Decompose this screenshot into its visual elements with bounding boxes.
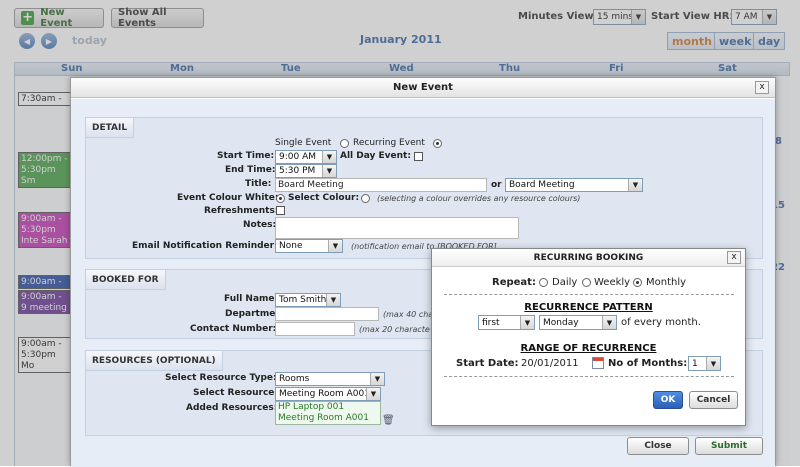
colour-hint: (selecting a colour overrides any resour… <box>377 194 581 203</box>
title-select-value: Board Meeting <box>509 180 575 190</box>
ok-button[interactable]: OK <box>653 391 683 409</box>
detail-header: DETAIL <box>86 118 135 138</box>
department-hint: (max 40 cha <box>383 310 434 319</box>
divider <box>444 376 734 377</box>
submit-button[interactable]: Submit <box>695 437 763 455</box>
weekly-label: Weekly <box>594 277 631 288</box>
chevron-down-icon: ▼ <box>602 316 616 329</box>
start-time-value: 9:00 AM <box>279 152 316 162</box>
email-reminder-value: None <box>279 241 303 251</box>
department-input[interactable] <box>275 307 379 321</box>
title-label: Title: <box>245 179 272 189</box>
daily-radio[interactable] <box>539 278 548 287</box>
event-colour-label: Event Colour White: <box>177 193 279 203</box>
chevron-down-icon: ▼ <box>366 388 380 400</box>
end-time-select[interactable]: 5:30 PM ▼ <box>275 164 337 178</box>
contact-hint: (max 20 characte <box>359 325 430 334</box>
or-label: or <box>491 180 502 190</box>
months-value: 1 <box>692 358 698 369</box>
trash-icon[interactable]: 🗑 <box>382 415 395 426</box>
recurring-event-label: Recurring Event <box>353 138 425 148</box>
weekday-value: Monday <box>543 317 579 328</box>
refreshments-label: Refreshments: <box>204 206 279 216</box>
end-time-label: End Time: <box>225 165 276 175</box>
start-time-label: Start Time: <box>217 151 275 161</box>
chevron-down-icon: ▼ <box>370 373 384 385</box>
email-reminder-label: Email Notification Reminder: <box>132 241 278 251</box>
select-colour-radio[interactable] <box>361 194 370 203</box>
close-icon[interactable]: x <box>755 81 769 94</box>
full-name-value: Tom Smith <box>279 295 327 305</box>
recurring-event-radio[interactable] <box>433 139 442 148</box>
months-select[interactable]: 1 ▼ <box>688 356 721 371</box>
start-date-label: Start Date: <box>456 358 519 369</box>
monthly-radio[interactable] <box>633 278 642 287</box>
full-name-select[interactable]: Tom Smith ▼ <box>275 293 341 307</box>
resource-value: Meeting Room A001 <box>279 389 370 399</box>
all-day-label: All Day Event: <box>340 151 411 161</box>
chevron-down-icon: ▼ <box>520 316 534 329</box>
contact-number-label: Contact Number: <box>190 324 277 334</box>
notes-label: Notes: <box>243 220 277 230</box>
start-time-select[interactable]: 9:00 AM ▼ <box>275 150 337 164</box>
resource-type-value: Rooms <box>279 374 310 384</box>
repeat-label: Repeat: <box>492 277 536 288</box>
ordinal-value: first <box>482 317 500 328</box>
resource-select[interactable]: Meeting Room A001 ▼ <box>275 387 381 401</box>
monthly-label: Monthly <box>646 277 687 288</box>
single-event-label: Single Event <box>275 138 332 148</box>
recurring-booking-dialog: RECURRING BOOKING x Repeat: Daily Weekly… <box>431 248 746 426</box>
close-icon[interactable]: x <box>727 251 741 264</box>
modal-title: New Event <box>71 78 775 98</box>
chevron-down-icon: ▼ <box>328 240 342 252</box>
ordinal-select[interactable]: first ▼ <box>478 315 535 330</box>
added-resources-list[interactable]: HP Laptop 001 Meeting Room A001 <box>275 401 381 425</box>
added-resources-label: Added Resources: <box>186 403 278 413</box>
pattern-suffix: of every month. <box>621 317 701 328</box>
list-item[interactable]: Meeting Room A001 <box>278 413 380 424</box>
start-date-value[interactable]: 20/01/2011 <box>521 358 579 369</box>
booked-for-header: BOOKED FOR <box>86 270 166 290</box>
contact-number-input[interactable] <box>275 322 355 336</box>
cancel-button[interactable]: Cancel <box>689 391 738 409</box>
end-time-value: 5:30 PM <box>279 166 316 176</box>
resource-type-label: Select Resource Type: <box>165 373 277 383</box>
chevron-down-icon: ▼ <box>322 165 336 177</box>
months-label: No of Months: <box>608 358 688 369</box>
list-item[interactable]: HP Laptop 001 <box>278 402 380 413</box>
single-event-radio[interactable] <box>340 139 349 148</box>
resource-type-select[interactable]: Rooms ▼ <box>275 372 385 386</box>
select-colour-label: Select Colour: <box>288 193 360 203</box>
email-reminder-select[interactable]: None ▼ <box>275 239 343 253</box>
weekday-select[interactable]: Monday ▼ <box>539 315 617 330</box>
full-name-label: Full Name: <box>224 294 279 304</box>
resources-header: RESOURCES (OPTIONAL) <box>86 351 223 371</box>
close-button[interactable]: Close <box>627 437 689 455</box>
notes-textarea[interactable] <box>275 217 519 239</box>
title-select[interactable]: Board Meeting ▼ <box>505 178 643 192</box>
chevron-down-icon: ▼ <box>322 151 336 163</box>
title-input[interactable]: Board Meeting <box>275 178 487 192</box>
chevron-down-icon: ▼ <box>326 294 340 306</box>
all-day-checkbox[interactable] <box>414 152 423 161</box>
chevron-down-icon: ▼ <box>706 357 720 370</box>
colour-white-radio[interactable] <box>276 194 285 203</box>
divider <box>444 294 734 295</box>
daily-label: Daily <box>552 277 578 288</box>
recurring-title: RECURRING BOOKING <box>432 249 745 267</box>
range-of-recurrence-header: RANGE OF RECURRENCE <box>520 343 657 354</box>
chevron-down-icon: ▼ <box>628 179 642 191</box>
calendar-icon[interactable] <box>592 357 604 369</box>
refreshments-checkbox[interactable] <box>276 206 285 215</box>
recurrence-pattern-header: RECURRENCE PATTERN <box>524 302 653 313</box>
weekly-radio[interactable] <box>582 278 591 287</box>
select-resource-label: Select Resource: <box>193 388 279 398</box>
